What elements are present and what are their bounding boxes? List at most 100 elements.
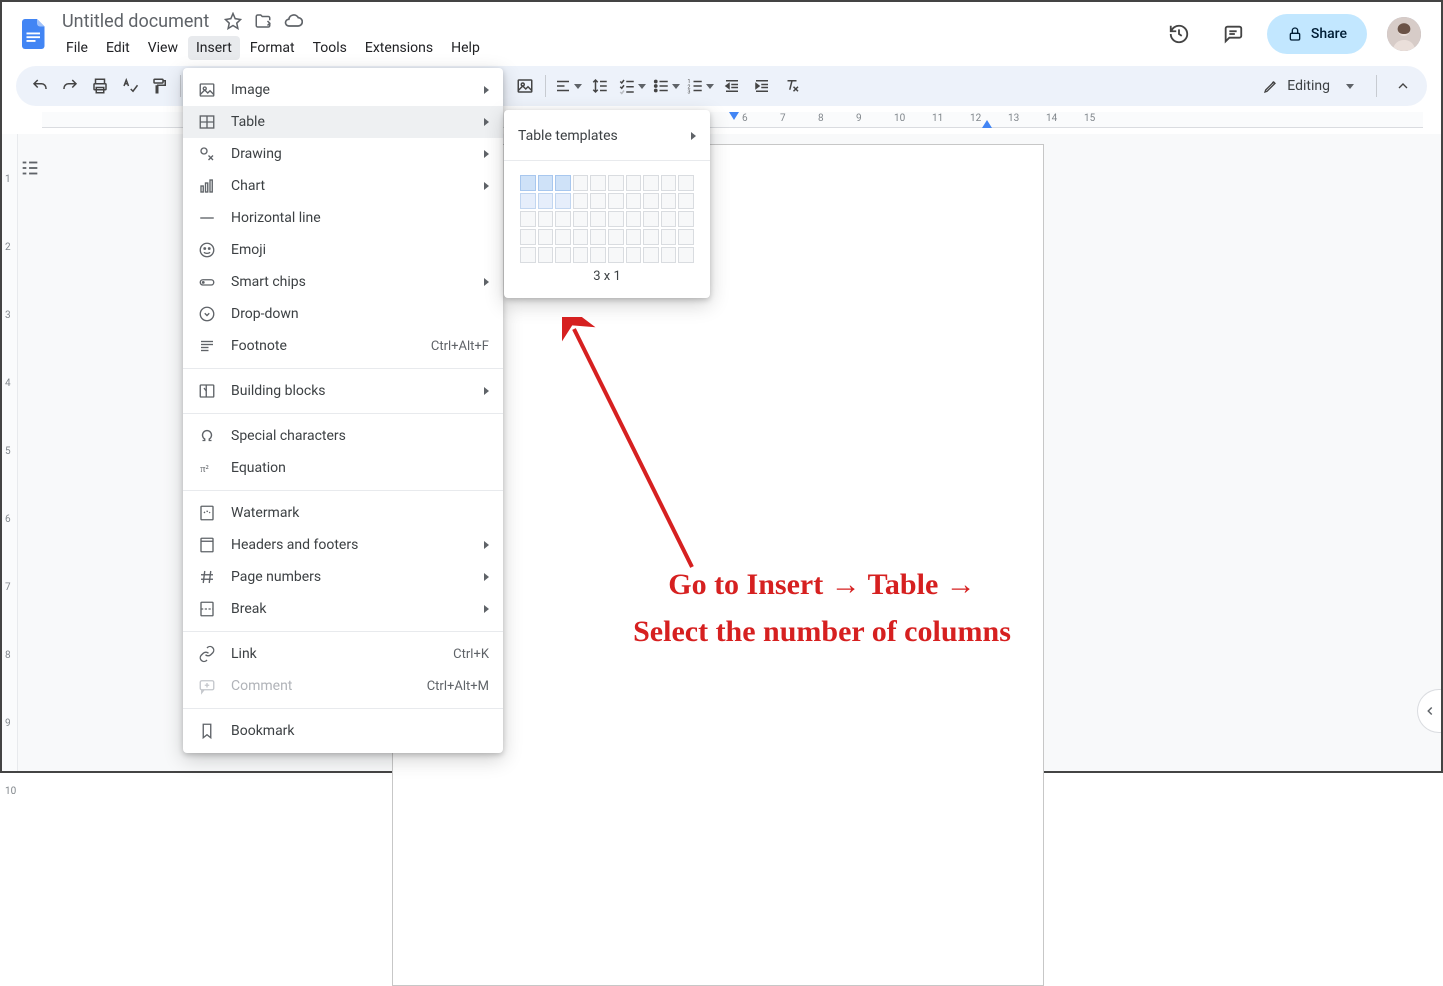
grid-cell[interactable] bbox=[626, 229, 642, 245]
comments-icon[interactable] bbox=[1213, 14, 1253, 54]
grid-cell[interactable] bbox=[661, 175, 677, 191]
grid-cell[interactable] bbox=[590, 247, 606, 263]
grid-cell[interactable] bbox=[678, 247, 694, 263]
grid-cell[interactable] bbox=[520, 193, 536, 209]
grid-cell[interactable] bbox=[678, 193, 694, 209]
insert-bookmark[interactable]: Bookmark bbox=[183, 715, 503, 747]
table-size-grid[interactable]: 3 x 1 bbox=[504, 167, 710, 286]
insert-break[interactable]: Break bbox=[183, 593, 503, 625]
grid-cell[interactable] bbox=[590, 193, 606, 209]
move-icon[interactable] bbox=[253, 11, 273, 31]
collapse-toolbar-button[interactable] bbox=[1389, 72, 1417, 100]
grid-cell[interactable] bbox=[661, 247, 677, 263]
clear-formatting-button[interactable] bbox=[778, 72, 806, 100]
grid-cell[interactable] bbox=[608, 193, 624, 209]
cloud-status-icon[interactable] bbox=[283, 11, 303, 31]
grid-cell[interactable] bbox=[520, 229, 536, 245]
grid-cell[interactable] bbox=[626, 211, 642, 227]
menu-format[interactable]: Format bbox=[242, 36, 303, 60]
grid-cell[interactable] bbox=[678, 211, 694, 227]
docs-logo[interactable] bbox=[14, 14, 54, 54]
undo-button[interactable] bbox=[26, 72, 54, 100]
insert-equation[interactable]: π²Equation bbox=[183, 452, 503, 484]
insert-emoji[interactable]: Emoji bbox=[183, 234, 503, 266]
grid-cell[interactable] bbox=[555, 247, 571, 263]
grid-cell[interactable] bbox=[608, 247, 624, 263]
menu-help[interactable]: Help bbox=[443, 36, 488, 60]
menu-tools[interactable]: Tools bbox=[305, 36, 355, 60]
insert-image[interactable]: Image bbox=[183, 74, 503, 106]
menu-file[interactable]: File bbox=[58, 36, 96, 60]
insert-footnote[interactable]: FootnoteCtrl+Alt+F bbox=[183, 330, 503, 362]
grid-cell[interactable] bbox=[573, 229, 589, 245]
grid-cell[interactable] bbox=[590, 229, 606, 245]
menu-view[interactable]: View bbox=[140, 36, 186, 60]
grid-cell[interactable] bbox=[538, 229, 554, 245]
insert-drawing[interactable]: Drawing bbox=[183, 138, 503, 170]
insert-link[interactable]: LinkCtrl+K bbox=[183, 638, 503, 670]
spellcheck-button[interactable] bbox=[116, 72, 144, 100]
history-icon[interactable] bbox=[1159, 14, 1199, 54]
grid-cell[interactable] bbox=[661, 211, 677, 227]
grid-cell[interactable] bbox=[573, 175, 589, 191]
menu-insert[interactable]: Insert bbox=[188, 36, 240, 60]
bulleted-list-button[interactable] bbox=[650, 72, 682, 100]
insert-drop-down[interactable]: Drop-down bbox=[183, 298, 503, 330]
star-icon[interactable] bbox=[223, 11, 243, 31]
outline-toggle-button[interactable] bbox=[14, 152, 46, 184]
line-spacing-button[interactable] bbox=[586, 72, 614, 100]
grid-cell[interactable] bbox=[643, 229, 659, 245]
grid-cell[interactable] bbox=[678, 175, 694, 191]
menu-edit[interactable]: Edit bbox=[98, 36, 138, 60]
grid-cell[interactable] bbox=[643, 247, 659, 263]
decrease-indent-button[interactable] bbox=[718, 72, 746, 100]
print-button[interactable] bbox=[86, 72, 114, 100]
grid-cell[interactable] bbox=[661, 193, 677, 209]
grid-cell[interactable] bbox=[555, 229, 571, 245]
table-templates-item[interactable]: Table templates bbox=[504, 118, 710, 154]
grid-cell[interactable] bbox=[626, 247, 642, 263]
grid-cell[interactable] bbox=[538, 247, 554, 263]
grid-cell[interactable] bbox=[678, 229, 694, 245]
insert-chart[interactable]: Chart bbox=[183, 170, 503, 202]
editing-mode-button[interactable]: Editing bbox=[1253, 74, 1364, 98]
grid-cell[interactable] bbox=[573, 247, 589, 263]
grid-cell[interactable] bbox=[643, 175, 659, 191]
grid-cell[interactable] bbox=[573, 193, 589, 209]
grid-cell[interactable] bbox=[608, 211, 624, 227]
grid-cell[interactable] bbox=[643, 193, 659, 209]
document-name[interactable]: Untitled document bbox=[58, 9, 213, 34]
grid-cell[interactable] bbox=[520, 211, 536, 227]
insert-table[interactable]: Table bbox=[183, 106, 503, 138]
avatar[interactable] bbox=[1387, 17, 1421, 51]
grid-cell[interactable] bbox=[608, 175, 624, 191]
insert-building-blocks[interactable]: Building blocks bbox=[183, 375, 503, 407]
align-button[interactable] bbox=[552, 72, 584, 100]
grid-cell[interactable] bbox=[608, 229, 624, 245]
grid-cell[interactable] bbox=[590, 211, 606, 227]
grid-cell[interactable] bbox=[661, 229, 677, 245]
insert-headers-and-footers[interactable]: Headers and footers bbox=[183, 529, 503, 561]
grid-cell[interactable] bbox=[555, 193, 571, 209]
grid-cell[interactable] bbox=[538, 175, 554, 191]
menu-extensions[interactable]: Extensions bbox=[357, 36, 441, 60]
grid-cell[interactable] bbox=[643, 211, 659, 227]
checklist-button[interactable] bbox=[616, 72, 648, 100]
increase-indent-button[interactable] bbox=[748, 72, 776, 100]
redo-button[interactable] bbox=[56, 72, 84, 100]
paint-format-button[interactable] bbox=[146, 72, 174, 100]
insert-special-characters[interactable]: Special characters bbox=[183, 420, 503, 452]
grid-cell[interactable] bbox=[573, 211, 589, 227]
insert-smart-chips[interactable]: Smart chips bbox=[183, 266, 503, 298]
grid-cell[interactable] bbox=[520, 247, 536, 263]
insert-page-numbers[interactable]: Page numbers bbox=[183, 561, 503, 593]
grid-cell[interactable] bbox=[590, 175, 606, 191]
grid-cell[interactable] bbox=[626, 193, 642, 209]
grid-cell[interactable] bbox=[626, 175, 642, 191]
insert-watermark[interactable]: Watermark bbox=[183, 497, 503, 529]
grid-cell[interactable] bbox=[538, 193, 554, 209]
share-button[interactable]: Share bbox=[1267, 14, 1367, 54]
grid-cell[interactable] bbox=[538, 211, 554, 227]
grid-cell[interactable] bbox=[520, 175, 536, 191]
insert-horizontal-line[interactable]: Horizontal line bbox=[183, 202, 503, 234]
